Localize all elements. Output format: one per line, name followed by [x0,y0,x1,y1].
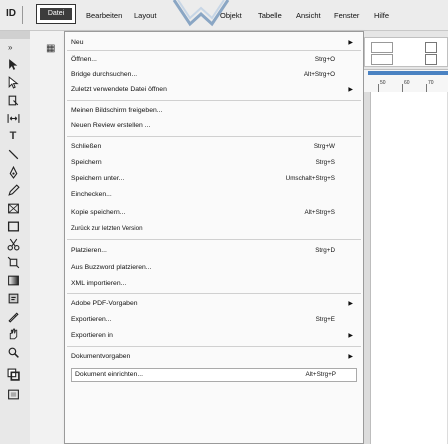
rectangle-tool-icon[interactable] [6,219,20,233]
frame-fitting-icon[interactable] [425,42,437,53]
menu-bearbeiten[interactable]: Bearbeiten [86,11,122,20]
menu-item-exportieren-in[interactable]: Exportieren in ▶ [71,330,355,342]
pencil-tool-icon[interactable] [6,183,20,197]
menu-item-speichern-unter[interactable]: Speichern unter... Umschalt+Strg+S [71,173,355,185]
menu-item-xml-importieren[interactable]: XML importieren... [71,278,355,290]
ruler-tick [378,84,379,92]
gap-tool-icon[interactable] [6,111,20,125]
ruler-number: 50 [380,80,386,86]
swap-fill-stroke-icon[interactable] [6,367,20,381]
tools-panel: » T [0,31,31,444]
menu-item-kopie-speichern[interactable]: Kopie speichern... Alt+Strg+S [71,207,355,219]
eyedropper-tool-icon[interactable] [6,309,20,323]
menu-fenster[interactable]: Fenster [334,11,359,20]
menu-item-bildschirm-freigeben[interactable]: Meinen Bildschirm freigeben... [71,105,355,117]
control-strip: ▦ [30,31,65,444]
free-transform-tool-icon[interactable] [6,255,20,269]
preview-mode-icon[interactable] [6,387,20,401]
menu-layout[interactable]: Layout [134,11,157,20]
menu-ansicht[interactable]: Ansicht [296,11,321,20]
menu-item-bridge-durchsuchen[interactable]: Bridge durchsuchen... Alt+Strg+O [71,69,355,81]
ruler-tick [426,84,427,92]
menu-item-letzte-version[interactable]: Zurück zur letzten Version [71,223,355,235]
type-tool-icon[interactable]: T [6,129,20,143]
menu-item-platzieren[interactable]: Platzieren... Strg+D [71,245,355,257]
frame-fitting-icon[interactable] [425,54,437,65]
menu-objekt[interactable]: Objekt [220,11,242,20]
menu-bar-separator [22,6,23,24]
menu-separator [67,50,361,51]
selection-tool-icon[interactable] [6,57,20,71]
tools-panel-header[interactable] [0,31,30,39]
zoom-tool-icon[interactable] [6,345,20,359]
menu-item-neu[interactable]: Neu ▶ [71,37,355,49]
datei-dropdown-menu: Neu ▶ Öffnen... Strg+O Bridge durchsuchen.… [64,31,364,444]
menu-item-pdf-vorgaben[interactable]: Adobe PDF-Vorgaben ▶ [71,298,355,310]
menu-item-review-erstellen[interactable]: Neuen Review erstellen ... [71,120,355,132]
menu-datei-frame[interactable]: Datei [36,4,76,24]
document-window: 50 60 70 [364,31,448,444]
value-field[interactable] [371,54,393,65]
menu-separator [67,346,361,347]
direct-selection-tool-icon[interactable] [6,75,20,89]
menu-item-exportieren[interactable]: Exportieren... Strg+E [71,314,355,326]
app-logo: ID [6,8,16,19]
rectangle-frame-tool-icon[interactable] [6,201,20,215]
pen-tool-icon[interactable] [6,165,20,179]
menu-item-buzzword-platzieren[interactable]: Aus Buzzword platzieren... [71,262,355,274]
menu-tabelle[interactable]: Tabelle [258,11,282,20]
horizontal-ruler: 50 60 70 [364,69,448,92]
gradient-tool-icon[interactable] [6,273,20,287]
menu-bar: ID Datei Bearbeiten Layout Objekt Tabell… [0,0,448,31]
menu-item-dokumentvorgaben[interactable]: Dokumentvorgaben ▶ [71,351,355,363]
submenu-arrow-icon: ▶ [348,333,353,339]
panel-collapse-icon[interactable]: » [8,43,12,52]
value-field[interactable] [371,42,393,53]
menu-item-speichern[interactable]: Speichern Strg+S [71,157,355,169]
menu-separator [67,293,361,294]
menu-item-oeffnen[interactable]: Öffnen... Strg+O [71,54,355,66]
document-page[interactable] [370,92,447,444]
menu-separator [67,100,361,101]
tab-bar [368,71,448,75]
pasteboard[interactable] [364,92,448,444]
ruler-number: 70 [428,80,434,86]
control-panel [364,37,448,67]
menu-item-einchecken[interactable]: Einchecken... [71,189,355,201]
grid-icon[interactable]: ▦ [46,43,58,54]
menu-item-dokument-einrichten[interactable]: Dokument einrichten... Alt+Strg+P [71,368,357,382]
line-tool-icon[interactable] [6,147,20,161]
menu-separator [67,136,361,137]
ruler-tick [402,84,403,92]
hand-tool-icon[interactable] [6,327,20,341]
scissors-tool-icon[interactable] [6,237,20,251]
menu-separator [67,239,361,240]
submenu-arrow-icon: ▶ [348,87,353,93]
submenu-arrow-icon: ▶ [348,301,353,307]
note-tool-icon[interactable] [6,291,20,305]
ruler-number: 60 [404,80,410,86]
submenu-arrow-icon: ▶ [348,354,353,360]
menu-datei[interactable]: Datei [40,8,72,20]
page-tool-icon[interactable] [6,93,20,107]
menu-hilfe[interactable]: Hilfe [374,11,389,20]
menu-item-schliessen[interactable]: Schließen Strg+W [71,141,355,153]
submenu-arrow-icon: ▶ [348,40,353,46]
menu-item-zuletzt-verwendet[interactable]: Zuletzt verwendete Datei öffnen ▶ [71,84,355,96]
